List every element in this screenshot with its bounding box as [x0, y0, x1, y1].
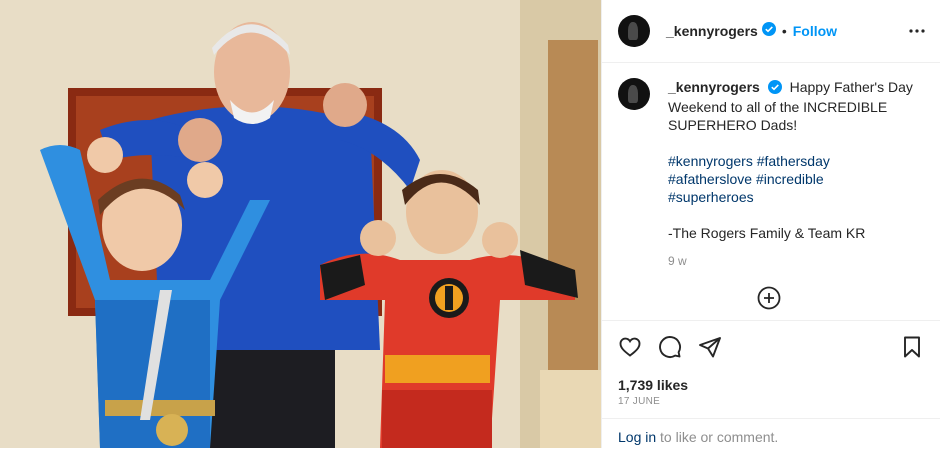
- post-date[interactable]: 17 JUNE: [618, 396, 660, 407]
- post-caption: _kennyrogers Happy Father's Day Weekend …: [618, 78, 928, 270]
- caption-text-block: _kennyrogers Happy Father's Day Weekend …: [668, 78, 928, 270]
- login-prompt-text: Log in to like or comment.: [618, 429, 778, 445]
- bookmark-icon[interactable]: [900, 335, 924, 364]
- post-photo-image: [0, 0, 601, 448]
- share-paper-plane-icon[interactable]: [698, 335, 722, 364]
- follow-button[interactable]: Follow: [793, 23, 837, 39]
- author-avatar[interactable]: [618, 15, 650, 47]
- caption-author-avatar[interactable]: [618, 78, 650, 110]
- login-prompt: Log in to like or comment.: [602, 418, 940, 449]
- post-details-panel: _kennyrogers • Follow _kennyrogers Happy…: [601, 0, 940, 448]
- verified-badge-icon: [767, 80, 782, 98]
- comment-bubble-icon[interactable]: [658, 335, 682, 364]
- hashtag-link[interactable]: #kennyrogers: [668, 153, 753, 169]
- caption-username[interactable]: _kennyrogers: [668, 79, 760, 95]
- post-photo[interactable]: [0, 0, 601, 448]
- hashtag-link[interactable]: #superheroes: [668, 189, 754, 205]
- heart-icon[interactable]: [618, 335, 642, 364]
- separator-dot: •: [781, 23, 787, 39]
- more-options-icon[interactable]: [908, 22, 926, 45]
- likes-count[interactable]: 1,739 likes: [618, 377, 688, 393]
- caption-timestamp[interactable]: 9 w: [668, 252, 928, 270]
- verified-badge-icon: [761, 21, 776, 41]
- author-username[interactable]: _kennyrogers: [666, 23, 758, 39]
- hashtag-link[interactable]: #incredible: [756, 171, 824, 187]
- post-header: _kennyrogers • Follow: [602, 0, 940, 63]
- login-prompt-rest: to like or comment.: [656, 429, 779, 445]
- add-comment-icon[interactable]: [757, 286, 781, 315]
- hashtag-link[interactable]: #fathersday: [757, 153, 830, 169]
- caption-signoff: -The Rogers Family & Team KR: [668, 225, 866, 241]
- hashtag-link[interactable]: #afatherslove: [668, 171, 752, 187]
- login-link[interactable]: Log in: [618, 429, 656, 445]
- instagram-post-view: _kennyrogers • Follow _kennyrogers Happy…: [0, 0, 940, 448]
- post-actions-bar: [602, 320, 940, 375]
